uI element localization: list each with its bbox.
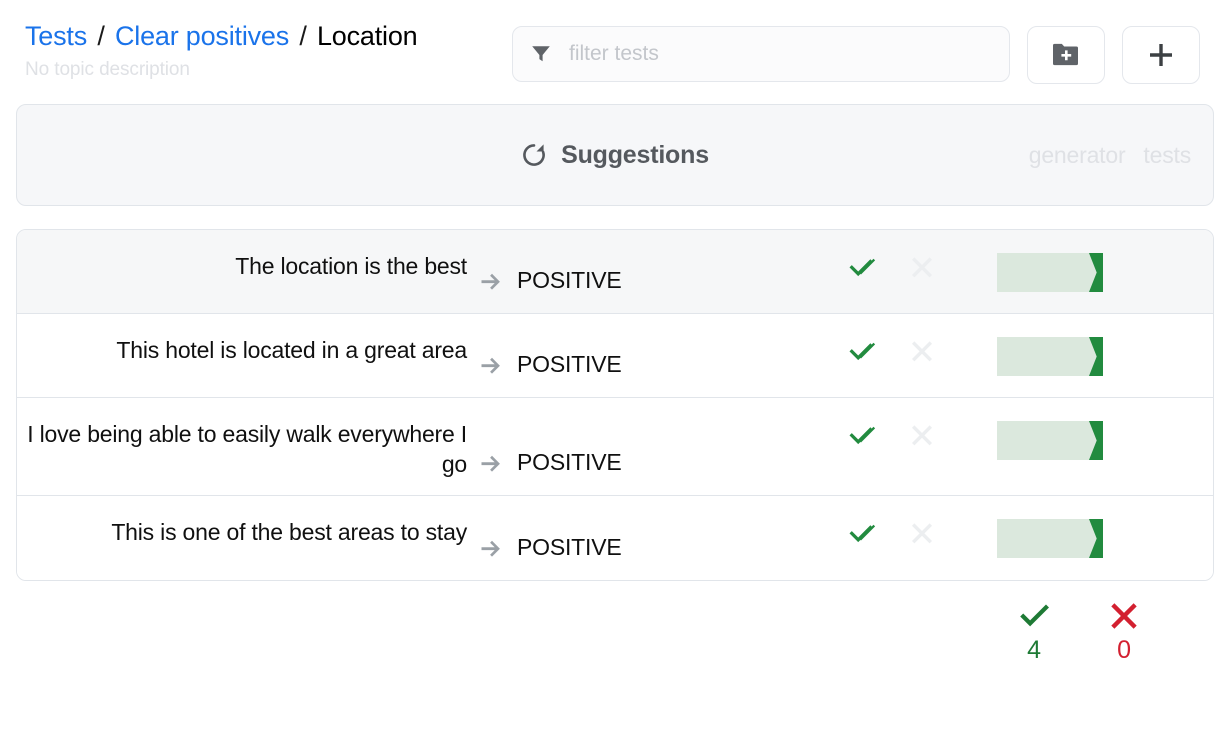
arrow-cell — [467, 335, 517, 381]
arrow-cell — [467, 419, 517, 479]
passed-count-value: 4 — [1027, 636, 1041, 664]
x-icon[interactable] — [907, 252, 937, 282]
column-header-tests[interactable]: tests — [1143, 142, 1191, 169]
filter-funnel-icon — [532, 46, 550, 62]
new-test-button[interactable] — [1122, 26, 1200, 84]
filter-tests-box[interactable] — [512, 26, 1010, 82]
table-row[interactable]: This hotel is located in a great area PO… — [17, 314, 1213, 398]
check-double-icon[interactable] — [847, 252, 877, 282]
score-marker — [1089, 421, 1103, 460]
row-actions — [847, 335, 997, 366]
table-row[interactable]: The location is the best POSITIVE — [17, 230, 1213, 314]
score-cell — [997, 251, 1213, 292]
score-bar — [997, 519, 1103, 558]
breadcrumb: Tests / Clear positives / Location — [25, 20, 496, 53]
test-input-text[interactable]: I love being able to easily walk everywh… — [17, 419, 467, 479]
test-output-label[interactable]: POSITIVE — [517, 349, 847, 381]
breadcrumb-separator-1: / — [97, 21, 105, 51]
header-tools — [512, 18, 1200, 84]
check-double-icon[interactable] — [847, 420, 877, 450]
score-cell — [997, 419, 1213, 460]
row-actions — [847, 251, 997, 282]
arrow-cell — [467, 251, 517, 297]
folder-plus-icon — [1053, 43, 1078, 66]
suggestions-panel: Suggestions generator tests — [16, 104, 1214, 206]
breadcrumb-item-clear-positives[interactable]: Clear positives — [115, 21, 289, 51]
column-header-generator[interactable]: generator — [1029, 142, 1126, 169]
score-cell — [997, 335, 1213, 376]
breadcrumb-item-location[interactable]: Location — [317, 21, 418, 51]
x-icon[interactable] — [907, 518, 937, 548]
test-input-text[interactable]: The location is the best — [17, 251, 467, 281]
test-summary-counts: 4 0 — [16, 581, 1214, 665]
suggestions-column-headers: generator tests — [1029, 142, 1191, 169]
arrow-right-icon — [481, 357, 500, 374]
score-marker — [1089, 337, 1103, 376]
score-bar — [997, 253, 1103, 292]
score-cell — [997, 517, 1213, 558]
check-icon — [1020, 604, 1049, 627]
score-marker — [1089, 253, 1103, 292]
table-row[interactable]: I love being able to easily walk everywh… — [17, 398, 1213, 496]
arrow-cell — [467, 517, 517, 564]
arrow-right-icon — [481, 455, 500, 472]
score-bar — [997, 337, 1103, 376]
x-icon[interactable] — [907, 420, 937, 450]
x-icon[interactable] — [907, 336, 937, 366]
search-input[interactable] — [569, 42, 991, 66]
page-header: Tests / Clear positives / Location No to… — [16, 0, 1214, 100]
score-bar — [997, 421, 1103, 460]
check-double-icon[interactable] — [847, 336, 877, 366]
failed-count: 0 — [1107, 599, 1141, 665]
refresh-icon — [523, 144, 545, 166]
row-actions — [847, 419, 997, 450]
cross-icon — [1111, 603, 1137, 629]
score-marker — [1089, 519, 1103, 558]
tests-table: The location is the best POSITIVE This h… — [16, 229, 1214, 581]
plus-icon — [1150, 44, 1172, 66]
check-double-icon[interactable] — [847, 518, 877, 548]
arrow-right-icon — [481, 540, 500, 557]
failed-count-value: 0 — [1117, 636, 1131, 664]
topic-description[interactable]: No topic description — [25, 57, 496, 83]
test-input-text[interactable]: This hotel is located in a great area — [17, 335, 467, 365]
test-output-label[interactable]: POSITIVE — [517, 265, 847, 297]
title-block: Tests / Clear positives / Location No to… — [16, 18, 496, 83]
test-output-label[interactable]: POSITIVE — [517, 447, 847, 479]
breadcrumb-separator-2: / — [299, 21, 307, 51]
test-output-label[interactable]: POSITIVE — [517, 532, 847, 564]
arrow-right-icon — [481, 273, 500, 290]
suggestions-title: Suggestions — [561, 140, 709, 169]
table-row[interactable]: This is one of the best areas to stay PO… — [17, 496, 1213, 580]
app-root: Tests / Clear positives / Location No to… — [0, 0, 1230, 752]
passed-count: 4 — [1017, 599, 1051, 665]
row-actions — [847, 517, 997, 548]
new-topic-button[interactable] — [1027, 26, 1105, 84]
breadcrumb-item-tests[interactable]: Tests — [25, 21, 87, 51]
test-input-text[interactable]: This is one of the best areas to stay — [17, 517, 467, 547]
